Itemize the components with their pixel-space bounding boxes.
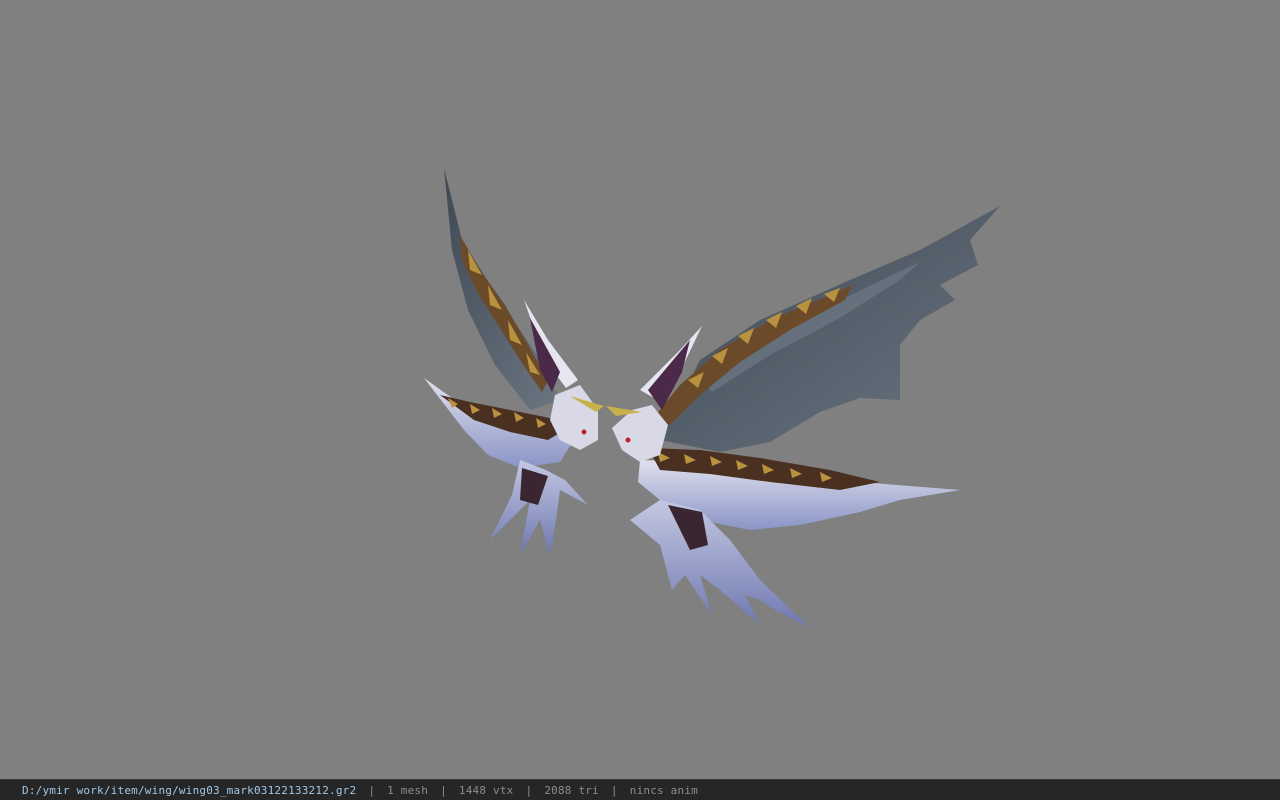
- separator: |: [368, 783, 376, 797]
- file-path: D:/ymir work/item/wing/wing03_mark031221…: [22, 783, 357, 797]
- right-upper-feathers: [660, 206, 1000, 452]
- triangle-count: 2088 tri: [544, 783, 599, 797]
- 3d-viewport[interactable]: [0, 0, 1280, 779]
- status-bar: D:/ymir work/item/wing/wing03_mark031221…: [0, 779, 1280, 800]
- animation-status: nincs anim: [629, 783, 698, 797]
- left-wing: [424, 168, 604, 555]
- wing-model-render: [424, 168, 1000, 628]
- separator: |: [525, 783, 533, 797]
- right-wing: [606, 206, 1000, 628]
- separator: |: [440, 783, 447, 797]
- mesh-count: 1 mesh: [387, 783, 429, 797]
- vertex-count: 1448 vtx: [458, 783, 514, 797]
- separator: |: [610, 783, 618, 797]
